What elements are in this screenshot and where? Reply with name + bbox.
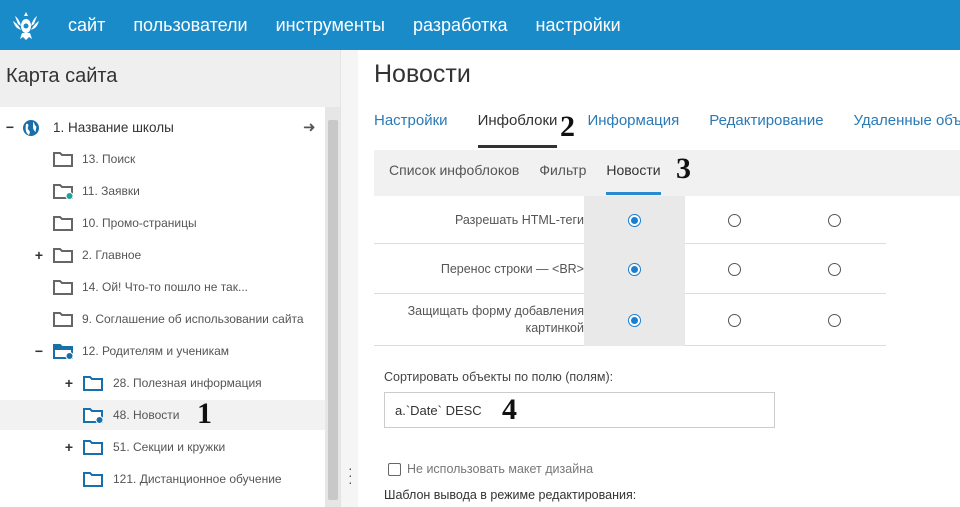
tree-item-label: 121. Дистанционное обучение [113, 472, 282, 486]
no-design-layout-checkbox[interactable] [388, 462, 401, 476]
main-tabs: Настройки Инфоблоки Информация Редактиро… [374, 108, 960, 148]
setting-row: Защищать форму добавления картинкой [374, 294, 886, 346]
setting-radio[interactable] [628, 262, 641, 276]
go-arrow-icon[interactable]: ➜ [303, 118, 316, 136]
tab-information[interactable]: Информация [587, 108, 679, 148]
setting-row: Разрешать HTML-теги [374, 196, 886, 244]
tree-item[interactable]: 10. Промо-страницы [0, 208, 325, 238]
subtab-filter[interactable]: Фильтр [539, 162, 586, 195]
tree-item-label: 48. Новости [113, 408, 180, 422]
tree-item[interactable]: 14. Ой! Что-то пошло не так... [0, 272, 325, 302]
emblem-logo[interactable] [8, 7, 44, 43]
setting-radio[interactable] [828, 213, 841, 227]
tree-item-label: 12. Родителям и ученикам [82, 344, 230, 358]
folder-icon [53, 151, 73, 167]
sort-field-label: Сортировать объекты по полю (полям): [384, 370, 614, 384]
nav-site[interactable]: сайт [68, 15, 105, 36]
setting-radio[interactable] [828, 313, 841, 327]
expand-icon[interactable]: + [63, 439, 75, 455]
annotation-4: 4 [502, 393, 517, 426]
collapse-icon[interactable]: − [4, 119, 16, 135]
expand-icon[interactable]: + [33, 247, 45, 263]
folder-icon [83, 471, 103, 487]
globe-icon [22, 119, 42, 136]
setting-label: Перенос строки — <BR> [440, 261, 584, 276]
annotation-1: 1 [197, 397, 212, 430]
tree-item-label: 28. Полезная информация [113, 376, 262, 390]
setting-radio[interactable] [828, 262, 841, 276]
no-design-layout-row[interactable]: Не использовать макет дизайна [388, 462, 593, 476]
panel-splitter[interactable] [340, 50, 358, 507]
tree-item[interactable]: 11. Заявки [0, 176, 325, 206]
tree-item[interactable]: 13. Поиск [0, 144, 325, 174]
setting-row: Перенос строки — <BR> [374, 244, 886, 294]
setting-radio[interactable] [628, 313, 641, 327]
tree-item[interactable]: − 1. Название школы ➜ [0, 112, 325, 142]
sidebar-title: Карта сайта [0, 50, 340, 107]
setting-label: Разрешать HTML-теги [454, 212, 584, 227]
main-content: Новости Настройки Инфоблоки Информация Р… [358, 50, 960, 507]
tree-item[interactable]: 48. Новости [0, 400, 325, 430]
setting-label: Защищать форму добавления картинкой [407, 304, 584, 335]
edit-mode-template-label: Шаблон вывода в режиме редактирования: [384, 488, 637, 502]
tree-item-label: 13. Поиск [82, 152, 136, 166]
sidebar-scrollbar-thumb[interactable] [328, 120, 338, 500]
nav-settings[interactable]: настройки [536, 15, 621, 36]
splitter-handle-icon[interactable]: · · · [348, 461, 353, 489]
page-title: Новости [374, 60, 471, 88]
nav-tools[interactable]: инструменты [276, 15, 385, 36]
folder-icon [53, 279, 73, 295]
tree-item[interactable]: +51. Секции и кружки [0, 432, 325, 462]
folder-icon [53, 311, 73, 327]
tree-item[interactable]: − 12. Родителям и ученикам [0, 336, 325, 366]
folder-icon [83, 439, 103, 455]
subtabs: Список инфоблоков Фильтр Новости [389, 162, 661, 195]
setting-radio[interactable] [728, 213, 741, 227]
setting-radio[interactable] [728, 313, 741, 327]
nav-development[interactable]: разработка [413, 15, 508, 36]
folder-icon [53, 183, 74, 200]
sidebar: Карта сайта − 1. Название школы ➜ 13. Поиск… [0, 50, 340, 507]
expand-icon[interactable]: + [63, 375, 75, 391]
folder-icon [53, 343, 74, 360]
tab-editing[interactable]: Редактирование [709, 108, 823, 148]
tree-item-label: 11. Заявки [82, 184, 140, 198]
collapse-icon[interactable]: − [33, 343, 45, 359]
folder-icon [53, 247, 73, 263]
site-tree: − 1. Название школы ➜ 13. Поиск 11. Заявки 10… [0, 107, 325, 507]
tree-item[interactable]: 9. Соглашение об использовании сайта [0, 304, 325, 334]
subtab-infoblock-list[interactable]: Список инфоблоков [389, 162, 519, 195]
tree-item-label: 10. Промо-страницы [82, 216, 197, 230]
top-navigation-bar: сайт пользователи инструменты разработка… [0, 0, 960, 50]
tree-item-label: 14. Ой! Что-то пошло не так... [82, 280, 248, 294]
tree-item-label: 9. Соглашение об использовании сайта [82, 312, 304, 326]
tree-item-label: 1. Название школы [53, 119, 174, 135]
tab-infoblocks[interactable]: Инфоблоки [477, 108, 558, 148]
nav-users[interactable]: пользователи [133, 15, 247, 36]
tree-item-label: 2. Главное [82, 248, 142, 262]
subtab-news[interactable]: Новости [606, 162, 661, 195]
tree-item[interactable]: +2. Главное [0, 240, 325, 270]
setting-radio[interactable] [728, 262, 741, 276]
folder-icon [83, 407, 104, 424]
tree-item-label: 51. Секции и кружки [113, 440, 226, 454]
tree-item[interactable]: +28. Полезная информация [0, 368, 325, 398]
tab-settings[interactable]: Настройки [374, 108, 448, 148]
setting-radio[interactable] [628, 213, 641, 227]
sort-field-input[interactable] [384, 392, 775, 428]
folder-icon [83, 375, 103, 391]
folder-icon [53, 215, 73, 231]
tab-deleted-objects[interactable]: Удаленные объе [854, 108, 960, 148]
no-design-layout-label: Не использовать макет дизайна [407, 462, 594, 476]
annotation-3: 3 [676, 152, 691, 185]
annotation-2: 2 [560, 110, 575, 143]
tree-item[interactable]: 121. Дистанционное обучение [0, 464, 325, 494]
